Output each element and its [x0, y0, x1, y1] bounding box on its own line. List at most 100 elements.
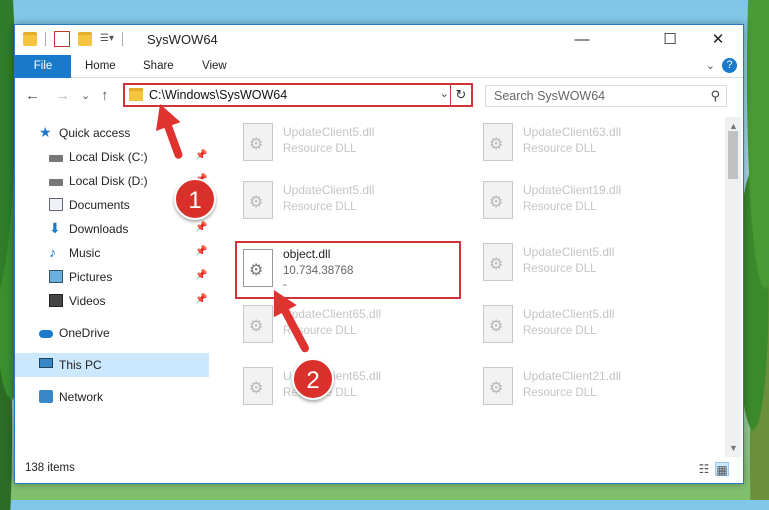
sidebar-item-label: OneDrive — [59, 326, 110, 340]
toolbar-separator — [122, 32, 123, 46]
music-icon: ♪ — [49, 244, 56, 260]
minimize-button[interactable]: — — [559, 25, 605, 55]
sidebar-item-label: Downloads — [69, 222, 129, 236]
sidebar-item-label: This PC — [59, 358, 102, 372]
file-item[interactable]: ⚙ UpdateClient5.dll Resource DLL — [477, 241, 697, 285]
sidebar-item-label: Quick access — [59, 126, 131, 140]
file-item[interactable]: ⚙ UpdateClient19.dll Resource DLL — [477, 179, 697, 223]
onedrive-icon — [39, 330, 53, 338]
search-box[interactable]: Search SysWOW64 ⚲ — [485, 85, 727, 107]
sidebar-item-label: Network — [59, 390, 104, 404]
sidebar-item-this-pc[interactable]: This PC — [15, 353, 209, 377]
sidebar-item-label: Local Disk (C:) — [69, 150, 148, 164]
details-view-icon[interactable]: ☷ — [697, 462, 711, 476]
gear-icon: ⚙ — [249, 194, 264, 211]
expand-ribbon-icon[interactable]: ⌄ — [706, 59, 715, 72]
sidebar-item-label: Music — [69, 246, 101, 260]
window-title: SysWOW64 — [147, 32, 218, 47]
network-icon — [39, 390, 53, 403]
pin-icon[interactable]: 📌 — [195, 246, 207, 257]
tab-view[interactable]: View — [190, 55, 239, 77]
step-2-badge: 2 — [292, 358, 334, 400]
file-name: UpdateClient63.dll — [523, 125, 622, 139]
folder-icon — [23, 32, 37, 46]
maximize-button[interactable]: ☐ — [647, 25, 693, 55]
gear-icon: ⚙ — [249, 318, 264, 335]
gear-icon: ⚙ — [489, 256, 504, 273]
pictures-icon — [49, 270, 63, 283]
sidebar-item-label: Videos — [69, 294, 106, 308]
scrollbar-thumb[interactable] — [728, 131, 738, 179]
file-list: ⚙ UpdateClient5.dll Resource DLL ⚙ Updat… — [211, 117, 724, 457]
file-description: Resource DLL — [523, 143, 597, 155]
file-item[interactable]: ⚙ UpdateClient63.dll Resource DLL — [477, 121, 697, 165]
sidebar-item-quick-access[interactable]: ★ Quick access — [15, 121, 209, 145]
documents-icon — [49, 198, 63, 211]
tab-home[interactable]: Home — [73, 55, 128, 77]
pin-icon[interactable]: 📌 — [195, 222, 207, 233]
file-item[interactable]: ⚙ UpdateClient5.dll Resource DLL — [237, 121, 457, 165]
search-input[interactable]: Search SysWOW64 — [494, 89, 605, 103]
scroll-down-icon[interactable]: ▼ — [729, 443, 738, 453]
sidebar-item-onedrive[interactable]: OneDrive — [15, 321, 209, 345]
tab-share[interactable]: Share — [131, 55, 186, 77]
gear-icon: ⚙ — [249, 136, 264, 153]
file-name: UpdateClient21.dll — [523, 369, 622, 383]
properties-icon[interactable] — [54, 31, 70, 47]
gear-icon: ⚙ — [489, 136, 504, 153]
sidebar-item-label: Pictures — [69, 270, 113, 284]
refresh-icon[interactable]: ↻ — [450, 85, 471, 105]
up-button[interactable]: ↑ — [101, 87, 109, 104]
sidebar-item-label: Documents — [69, 198, 130, 212]
file-item-object-dll[interactable]: ⚙ object.dll 10.734.38768 - — [235, 241, 461, 299]
drive-icon — [49, 179, 63, 186]
file-name: object.dll — [283, 247, 331, 261]
address-dropdown-icon[interactable]: ⌄ — [440, 87, 449, 100]
large-icons-view-icon[interactable]: ▦ — [715, 462, 729, 477]
search-icon: ⚲ — [710, 88, 720, 103]
close-button[interactable]: ✕ — [695, 25, 741, 55]
drive-icon — [49, 155, 63, 162]
star-icon: ★ — [39, 124, 52, 140]
file-version: 10.734.38768 — [283, 265, 354, 277]
file-description: Resource DLL — [523, 387, 597, 399]
file-item[interactable]: ⚙ UpdateClient21.dll Resource DLL — [477, 365, 697, 409]
sidebar-item-music[interactable]: ♪ Music 📌 — [15, 241, 209, 265]
file-description: Resource DLL — [523, 263, 597, 275]
sidebar-item-label: Local Disk (D:) — [69, 174, 148, 188]
vertical-scrollbar[interactable]: ▲ ▼ — [725, 117, 741, 457]
quick-access-toolbar: ☰▾ — [23, 31, 123, 47]
sidebar-item-downloads[interactable]: ⬇ Downloads 📌 — [15, 217, 209, 241]
gear-icon: ⚙ — [249, 380, 264, 397]
ribbon-tabs: File Home Share View ⌄ ? — [15, 55, 743, 99]
back-button[interactable]: ← — [25, 87, 40, 104]
file-explorer-window: ☰▾ SysWOW64 — ☐ ✕ File Home Share View ⌄… — [14, 24, 744, 484]
customize-toolbar-icon[interactable]: ☰▾ — [100, 32, 114, 46]
gear-icon: ⚙ — [489, 318, 504, 335]
forward-button[interactable]: → — [55, 87, 70, 104]
gear-icon: ⚙ — [489, 194, 504, 211]
file-name: UpdateClient5.dll — [283, 125, 375, 139]
file-item[interactable]: ⚙ UpdateClient5.dll Resource DLL — [477, 303, 697, 347]
videos-icon — [49, 294, 63, 307]
pin-icon[interactable]: 📌 — [195, 270, 207, 281]
file-description: Resource DLL — [283, 143, 357, 155]
file-item[interactable]: ⚙ UpdateClient5.dll Resource DLL — [237, 179, 457, 223]
gear-icon: ⚙ — [249, 262, 264, 279]
help-icon[interactable]: ? — [722, 58, 737, 73]
new-folder-icon[interactable] — [78, 32, 92, 46]
file-name: UpdateClient65.dll — [283, 307, 382, 321]
file-name: UpdateClient5.dll — [523, 307, 615, 321]
sidebar-item-network[interactable]: Network — [15, 385, 209, 409]
navigation-bar: ← → ⌄ ↑ C:\Windows\SysWOW64 ⌄ ↻ Search S… — [15, 78, 743, 116]
this-pc-icon — [39, 358, 53, 368]
sidebar-item-videos[interactable]: Videos 📌 — [15, 289, 209, 313]
scroll-up-icon[interactable]: ▲ — [729, 121, 738, 131]
address-bar[interactable]: C:\Windows\SysWOW64 ⌄ ↻ — [123, 83, 473, 107]
file-description: Resource DLL — [283, 201, 357, 213]
recent-locations-button[interactable]: ⌄ — [81, 89, 90, 102]
pin-icon[interactable]: 📌 — [195, 150, 207, 161]
sidebar-item-pictures[interactable]: Pictures 📌 — [15, 265, 209, 289]
pin-icon[interactable]: 📌 — [195, 294, 207, 305]
file-item[interactable]: ⚙ UpdateClient65.dll Resource DLL — [237, 365, 457, 409]
